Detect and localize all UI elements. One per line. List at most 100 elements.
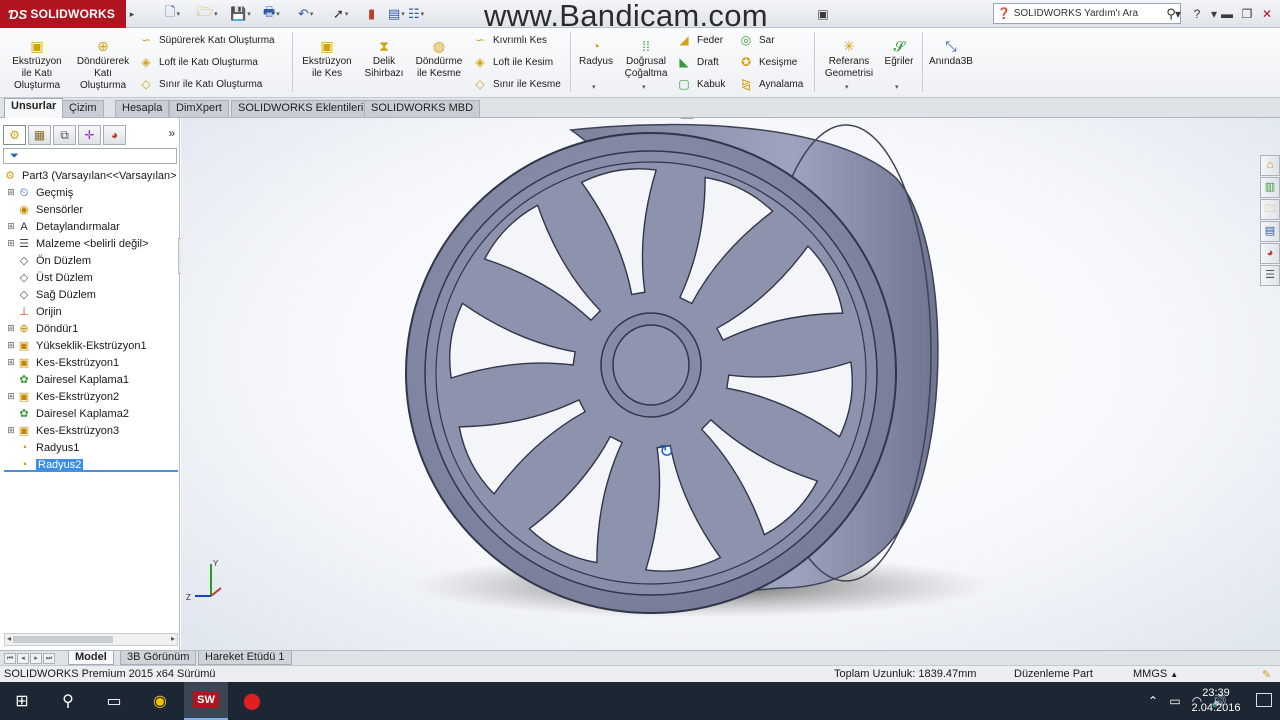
intersect-button[interactable]: ✪ Kesişme xyxy=(738,55,797,69)
help-search-input[interactable]: ❓ SOLIDWORKS Yardım'ı Ara ⚲ xyxy=(993,3,1181,24)
curves-button[interactable]: 𝓢 Eğriler xyxy=(880,38,918,68)
refgeom-dropdown-icon[interactable]: ▾ xyxy=(845,83,849,91)
file-explorer-icon[interactable]: 🗀 xyxy=(1260,199,1280,220)
tree-item[interactable]: ◇ Üst Düzlem xyxy=(0,269,180,286)
draft-button[interactable]: ◣ Draft xyxy=(676,55,718,69)
hole-wizard-button[interactable]: ⧗ Delik Sihirbazı xyxy=(360,38,408,80)
swept-cut-button[interactable]: ∽ Kıvrımlı Kes xyxy=(472,33,547,47)
reference-geometry-button[interactable]: ✳ Referans Geometrisi xyxy=(820,38,878,80)
tab-addins[interactable]: SOLIDWORKS Eklentileri xyxy=(231,100,371,117)
notification-center-icon[interactable] xyxy=(1256,693,1272,707)
rebuild-status-icon[interactable]: ✎ xyxy=(1262,668,1271,681)
lofted-boss-button[interactable]: ◈ Loft ile Katı Oluşturma xyxy=(138,55,258,69)
rebuild-icon[interactable]: ▮ xyxy=(368,5,375,23)
file-properties-icon[interactable]: ▤ ▾ xyxy=(388,5,405,23)
new-document-icon[interactable]: 🗋 ▾ xyxy=(165,4,180,23)
clock[interactable]: 23:39 2.04.2016 xyxy=(1186,686,1246,716)
tree-item[interactable]: ⊞ ▣ Kes-Ekstrüzyon1 xyxy=(0,354,180,371)
hide-show-icon[interactable]: 👁 xyxy=(697,118,717,119)
fillet-dropdown-icon[interactable]: ▾ xyxy=(592,83,596,91)
extrude-boss-button[interactable]: ▣ Ekstrüzyon ile Katı Oluşturma xyxy=(6,38,68,92)
scroll-thumb[interactable] xyxy=(13,636,113,643)
undo-icon[interactable]: ↶ ▾ xyxy=(298,5,313,23)
rib-button[interactable]: ◢ Feder xyxy=(676,33,723,47)
zoom-to-fit-icon[interactable]: ⊕ xyxy=(577,118,597,119)
last-tab-icon[interactable]: ⏭ xyxy=(43,653,55,664)
tree-item[interactable]: ⊥ Orijin xyxy=(0,303,180,320)
next-tab-icon[interactable]: ▸ xyxy=(30,653,42,664)
tree-item[interactable]: ⊞ ⊕ Döndür1 xyxy=(0,320,180,337)
tree-item[interactable]: ◇ Sağ Düzlem xyxy=(0,286,180,303)
tree-item[interactable]: ⊞ A Detaylandırmalar xyxy=(0,218,180,235)
tab-model[interactable]: Model xyxy=(68,651,114,665)
scroll-right-icon[interactable]: ▸ xyxy=(169,634,177,643)
tab-mbd[interactable]: SOLIDWORKS MBD xyxy=(364,100,481,117)
tab-sketch[interactable]: Çizim xyxy=(62,100,104,117)
expand-icon[interactable]: ⊞ xyxy=(6,221,16,232)
panel-horizontal-scrollbar[interactable]: ◂ ▸ xyxy=(4,633,178,646)
taskbar-search-icon[interactable]: ⚲ xyxy=(46,682,90,720)
zoom-area-icon[interactable]: ⊡ xyxy=(597,118,617,119)
scene-icon[interactable]: ◔ xyxy=(737,118,757,119)
doc-restore-icon[interactable]: ❐ xyxy=(1232,118,1252,119)
appearances-icon[interactable]: ◕ xyxy=(1260,243,1280,264)
help-question-icon[interactable]: ? xyxy=(1188,5,1206,23)
view-palette-icon[interactable]: ▤ xyxy=(1260,221,1280,242)
extrude-cut-button[interactable]: ▣ Ekstrüzyon ile Kes xyxy=(297,38,357,80)
custom-properties-icon[interactable]: ☰ xyxy=(1260,265,1280,286)
curves-dropdown-icon[interactable]: ▾ xyxy=(895,83,899,91)
tree-item[interactable]: ◔ Radyus1 xyxy=(0,439,180,456)
tree-item[interactable]: ⊞ ▣ Kes-Ekstrüzyon3 xyxy=(0,422,180,439)
display-manager-tab-icon[interactable]: ◕ xyxy=(103,125,126,145)
open-folder-icon[interactable]: 🗁 ▾ xyxy=(197,4,218,23)
pattern-dropdown-icon[interactable]: ▾ xyxy=(642,83,646,91)
options-icon[interactable]: ☷ ▾ xyxy=(408,5,424,23)
restore-window-icon[interactable]: ❐ xyxy=(1238,5,1256,23)
wheel-model-viewport[interactable] xyxy=(181,118,1280,650)
tile-horizontal-icon[interactable]: ⊟ xyxy=(1172,118,1192,119)
mirror-button[interactable]: ⧎ Aynalama xyxy=(738,77,803,91)
menu-arrow-icon[interactable]: ▸ xyxy=(127,0,137,28)
doc-close-icon[interactable]: ✕ xyxy=(1252,118,1272,119)
graphics-area[interactable]: ⊕ ⊡ ✂ ⬚ ◧ ⬛ 👁 ◕ ◔ ▭ ⊟ ⊞ ▬ ❐ ✕ ⌂ ▥ 🗀 ▤ ◕ … xyxy=(181,118,1280,650)
instant3d-button[interactable]: ⤡ Anında3B xyxy=(926,38,976,68)
appearance-icon[interactable]: ◕ xyxy=(717,118,737,119)
tree-item[interactable]: ◇ Ön Düzlem xyxy=(0,252,180,269)
save-icon[interactable]: 💾 ▾ xyxy=(230,5,251,23)
expand-icon[interactable]: ⊞ xyxy=(6,340,16,351)
tab-3d-view[interactable]: 3B Görünüm xyxy=(120,651,197,665)
property-manager-tab-icon[interactable]: ▦ xyxy=(28,125,51,145)
unit-system-selector[interactable]: MMGS ▲ xyxy=(1133,668,1178,680)
previous-view-icon[interactable]: ✂ xyxy=(617,118,637,119)
display-style-icon[interactable]: ⬛ xyxy=(677,118,697,119)
boundary-cut-button[interactable]: ◇ Sınır ile Kesme xyxy=(472,77,560,91)
feature-manager-tab-icon[interactable]: ⚙ xyxy=(3,125,26,145)
home-icon[interactable]: ⌂ xyxy=(1260,155,1280,176)
expand-icon[interactable]: ⊞ xyxy=(6,187,16,198)
tree-item[interactable]: ⊞ ☰ Malzeme <belirli değil> xyxy=(0,235,180,252)
expand-icon[interactable]: ⊞ xyxy=(6,323,16,334)
tree-item[interactable]: ◉ Sensörler xyxy=(0,201,180,218)
tree-item[interactable]: ⊞ ▣ Yükseklik-Ekstrüzyon1 xyxy=(0,337,180,354)
view-settings-icon[interactable]: ▭ xyxy=(757,118,777,119)
scroll-left-icon[interactable]: ◂ xyxy=(5,634,13,643)
expand-icon[interactable]: ⊞ xyxy=(6,238,16,249)
view-orientation-icon[interactable]: ◧ xyxy=(657,118,677,119)
expand-icon[interactable]: ⊞ xyxy=(6,391,16,402)
chrome-icon[interactable]: ◉ xyxy=(138,682,182,720)
close-window-icon[interactable]: ✕ xyxy=(1258,5,1276,23)
select-pointer-icon[interactable]: ➚ ▾ xyxy=(333,5,348,23)
tab-evaluate[interactable]: Hesapla xyxy=(115,100,170,117)
lofted-cut-button[interactable]: ◈ Loft ile Kesim xyxy=(472,55,553,69)
swept-boss-button[interactable]: ∽ Süpürerek Katı Oluşturma xyxy=(138,33,275,47)
tree-item[interactable]: ⊞ ▣ Kes-Ekstrüzyon2 xyxy=(0,388,180,405)
windows-start-icon[interactable]: ⊞ xyxy=(0,682,44,720)
print-icon[interactable]: 🖶 ▾ xyxy=(263,4,280,23)
revolve-cut-button[interactable]: ◍ Döndürme ile Kesme xyxy=(412,38,466,80)
dimxpert-manager-tab-icon[interactable]: ✛ xyxy=(78,125,101,145)
tree-item[interactable]: ⊞ ⏲ Geçmiş xyxy=(0,184,180,201)
bandicam-record-icon[interactable]: ⬤ xyxy=(230,682,274,720)
doc-minimize-icon[interactable]: ▬ xyxy=(1212,118,1232,119)
tile-vertical-icon[interactable]: ⊞ xyxy=(1192,118,1212,119)
task-view-icon[interactable]: ▭ xyxy=(92,682,136,720)
